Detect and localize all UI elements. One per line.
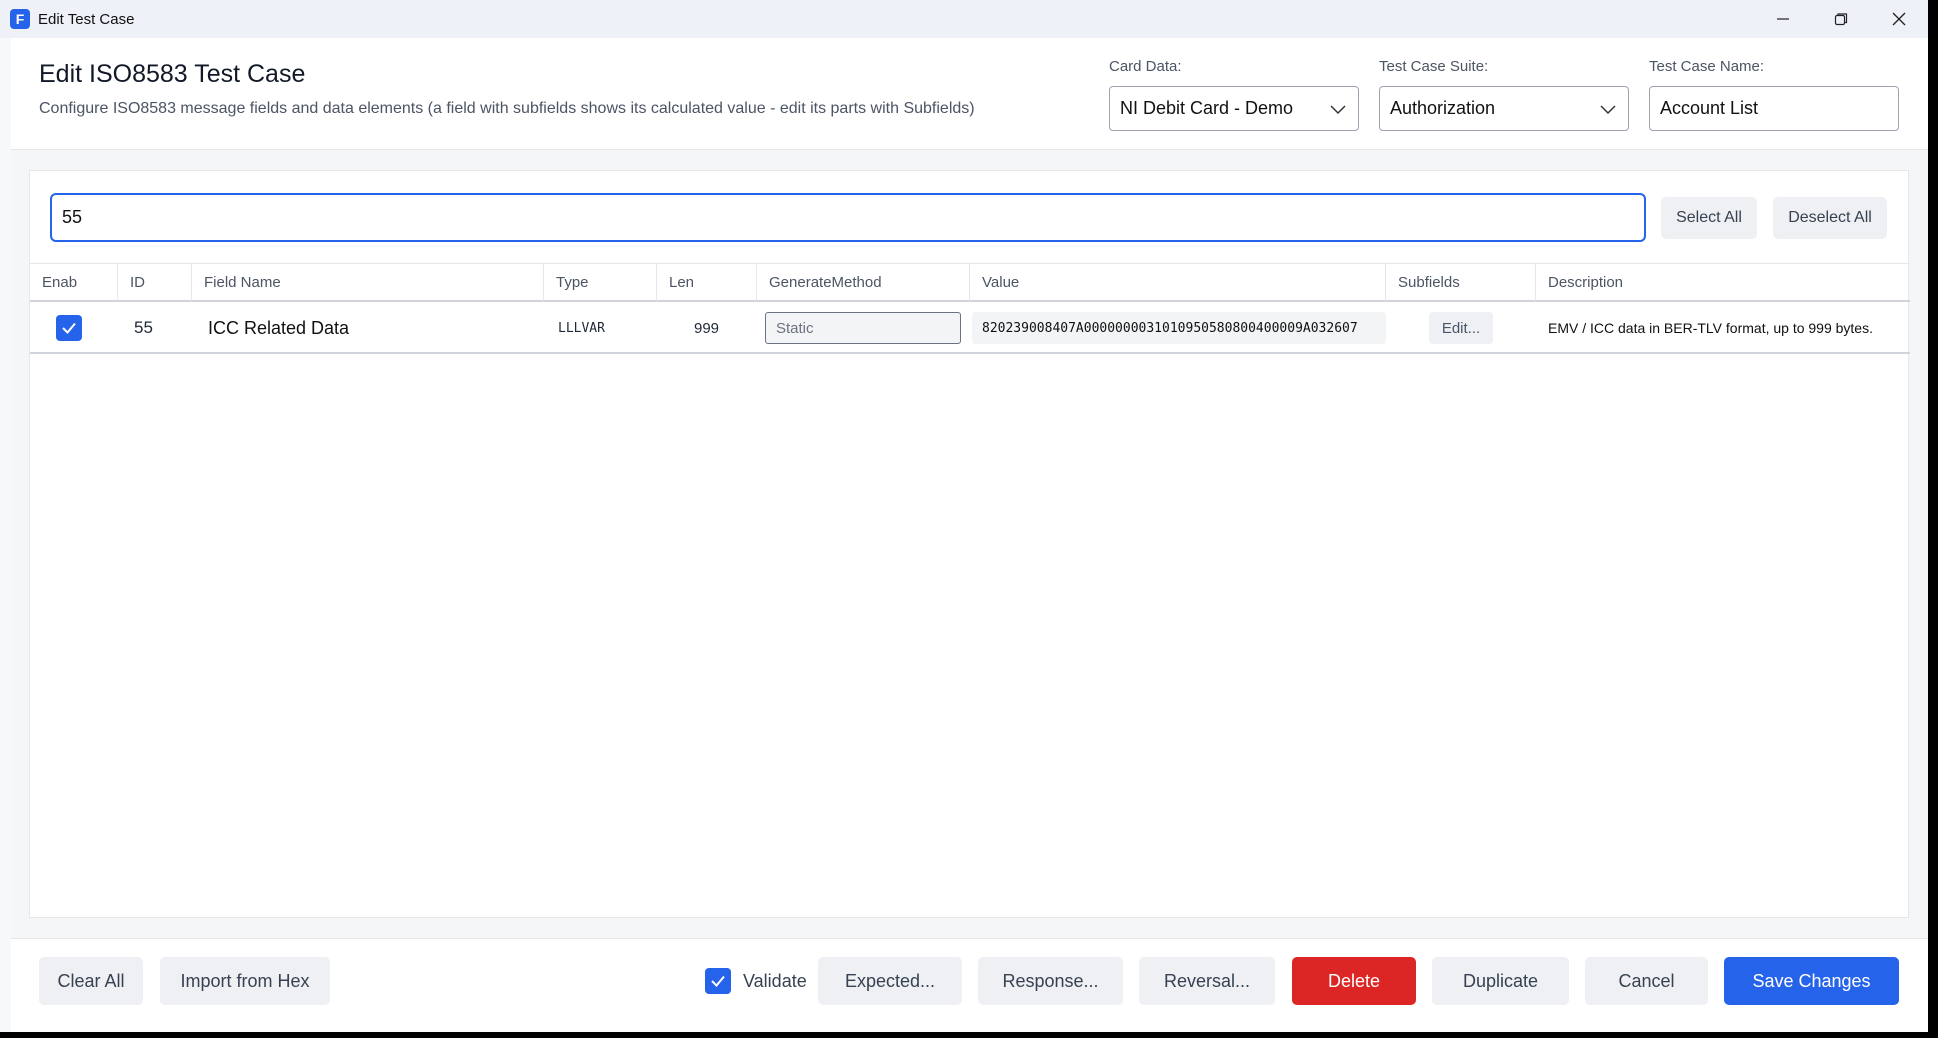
column-header-value[interactable]: Value (970, 264, 1386, 301)
chevron-down-icon (1600, 105, 1616, 115)
page-title: Edit ISO8583 Test Case (39, 60, 306, 88)
test-case-name-input[interactable]: Account List (1649, 86, 1899, 131)
deselect-all-button[interactable]: Deselect All (1773, 197, 1887, 239)
cancel-button[interactable]: Cancel (1585, 957, 1708, 1005)
column-header-field-name[interactable]: Field Name (192, 264, 544, 301)
field-id: 55 (134, 318, 153, 337)
page-subtitle: Configure ISO8583 message fields and dat… (39, 100, 975, 117)
name-group: Test Case Name: Account List (1649, 58, 1899, 131)
card-data-label: Card Data: (1109, 58, 1182, 75)
generate-method-select[interactable]: Static (765, 312, 961, 344)
table-row[interactable]: 55 ICC Related Data LLLVAR 999 Static 82… (30, 302, 1910, 354)
save-changes-button[interactable]: Save Changes (1724, 957, 1899, 1005)
suite-group: Test Case Suite: Authorization (1379, 58, 1629, 131)
enable-checkbox[interactable] (56, 302, 82, 354)
close-icon (1892, 12, 1906, 26)
field-length: 999 (694, 319, 720, 337)
suite-value: Authorization (1390, 98, 1496, 118)
subfields-cell: Edit... (1429, 302, 1493, 354)
test-case-name-value: Account List (1660, 98, 1759, 118)
column-header-description[interactable]: Description (1536, 264, 1910, 301)
validate-label: Validate (743, 970, 807, 991)
clear-all-button[interactable]: Clear All (39, 957, 143, 1005)
card-data-value: NI Debit Card - Demo (1120, 98, 1294, 118)
select-all-button[interactable]: Select All (1661, 197, 1757, 239)
validate-toggle[interactable]: Validate (705, 957, 807, 1005)
edit-subfields-button[interactable]: Edit... (1429, 312, 1493, 344)
minimize-icon (1777, 18, 1789, 20)
table-header: Enab ID Field Name Type Len GenerateMeth… (30, 263, 1910, 302)
card-data-group: Card Data: NI Debit Card - Demo (1109, 58, 1359, 131)
validate-checkbox[interactable] (705, 968, 731, 994)
column-header-subfields[interactable]: Subfields (1386, 264, 1536, 301)
field-value-input[interactable]: 820239008407A000000003101095058080040000… (972, 312, 1386, 344)
duplicate-button[interactable]: Duplicate (1432, 957, 1569, 1005)
field-type: LLLVAR (558, 320, 605, 336)
column-header-id[interactable]: ID (118, 264, 192, 301)
app-icon: F (10, 9, 30, 29)
footer-bar: Clear All Import from Hex Validate Expec… (11, 938, 1928, 1032)
column-header-type[interactable]: Type (544, 264, 657, 301)
suite-select[interactable]: Authorization (1379, 86, 1629, 131)
search-input[interactable]: 55 (50, 193, 1646, 242)
window-controls (1754, 0, 1928, 38)
field-description: EMV / ICC data in BER-TLV format, up to … (1548, 320, 1873, 336)
column-header-enab[interactable]: Enab (30, 264, 118, 301)
dialog-content: Edit ISO8583 Test Case Configure ISO8583… (11, 38, 1928, 1032)
edit-test-case-window: F Edit Test Case Edit ISO8583 Test Case … (0, 0, 1928, 1032)
delete-button[interactable]: Delete (1292, 957, 1416, 1005)
fields-panel: 55 Select All Deselect All Enab ID Field… (29, 170, 1910, 918)
chevron-down-icon (1330, 105, 1346, 115)
test-case-name-label: Test Case Name: (1649, 58, 1765, 75)
column-header-len[interactable]: Len (657, 264, 757, 301)
title-bar: F Edit Test Case (0, 0, 1928, 38)
check-icon (711, 975, 725, 987)
field-name: ICC Related Data (208, 317, 350, 338)
response-button[interactable]: Response... (978, 957, 1123, 1005)
generate-method-cell: Static (765, 302, 961, 354)
page-header: Edit ISO8583 Test Case Configure ISO8583… (11, 38, 1928, 150)
close-button[interactable] (1870, 0, 1928, 38)
window-title: Edit Test Case (38, 10, 135, 28)
restore-button[interactable] (1812, 0, 1870, 38)
reversal-button[interactable]: Reversal... (1139, 957, 1275, 1005)
search-value: 55 (62, 207, 83, 227)
check-icon (62, 322, 76, 334)
expected-button[interactable]: Expected... (818, 957, 962, 1005)
restore-icon (1834, 13, 1848, 26)
minimize-button[interactable] (1754, 0, 1812, 38)
suite-label: Test Case Suite: (1379, 58, 1489, 75)
value-cell: 820239008407A000000003101095058080040000… (972, 302, 1386, 354)
import-from-hex-button[interactable]: Import from Hex (160, 957, 330, 1005)
column-header-generate-method[interactable]: GenerateMethod (757, 264, 970, 301)
card-data-select[interactable]: NI Debit Card - Demo (1109, 86, 1359, 131)
